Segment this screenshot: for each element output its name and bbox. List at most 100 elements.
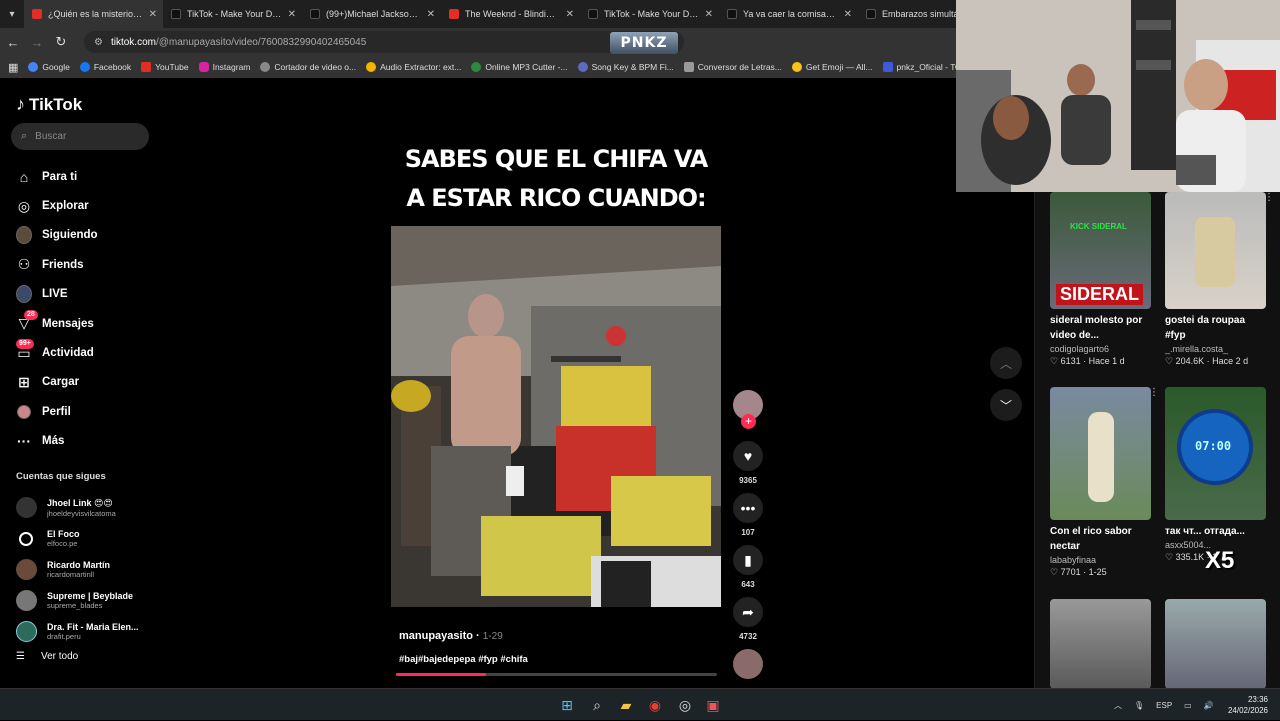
video-frame-image [391,226,721,607]
bookmark-mp3-cutter[interactable]: Online MP3 Cutter -... [471,62,568,72]
tiktok-note-icon: ♪ [16,94,25,114]
comment-button[interactable]: ••• 107 [733,493,763,537]
menu-item-perfil[interactable]: Perfil [16,397,98,426]
browser-tab-1[interactable]: ¿Quién es la misteriosa pa ✕ [24,0,163,28]
video-author[interactable]: manupayasito · 1-29 [399,630,503,642]
more-options-icon[interactable]: ⋮ [1264,192,1274,203]
bookmark-google[interactable]: Google [28,62,70,72]
browser-tab-2[interactable]: TikTok - Make Your Day ✕ [163,0,302,28]
youtube-icon [449,9,459,19]
browser-tab-6[interactable]: Ya va caer la comisaría 👿 ✕ [719,0,858,28]
browser-tab-4[interactable]: The Weeknd - Blinding Li ✕ [441,0,580,28]
author-avatar-button[interactable]: + [733,390,763,429]
following-item[interactable]: Jhoel Link 😍😍 jhoeldeyvisvilcatoma [16,492,139,523]
bookmark-pnkz[interactable]: pnkz_Oficial - Tw... [882,62,960,72]
following-item[interactable]: Ricardo Martín ricardomartinll [16,554,139,585]
app-icon[interactable]: ▣ [704,696,722,714]
menu-item-explorar[interactable]: ◎ Explorar [16,191,98,220]
follow-plus-icon[interactable]: + [741,414,756,429]
search-icon: ⌕ [21,130,28,142]
following-item[interactable]: Supreme | Beyblade supreme_blades [16,585,139,616]
url-field[interactable]: ⚙ tiktok.com/@manupayasito/video/7600832… [84,31,684,53]
video-player[interactable] [391,226,721,607]
menu-item-para-ti[interactable]: ⌂ Para ti [16,162,98,191]
bookmark-letter-converter[interactable]: Conversor de Letras... [683,62,782,72]
video-card[interactable]: gostei da roupaa #fyp _.mirella.costa_ ♡… [1165,192,1274,367]
menu-item-live[interactable]: LIVE [16,280,98,309]
following-item[interactable]: El Foco elfoco.pe [16,523,139,554]
language-indicator[interactable]: ESP [1156,701,1172,710]
account-name: Supreme | Beyblade [47,591,134,601]
browser-tab-5[interactable]: TikTok - Make Your Day ✕ [580,0,719,28]
bookmark-instagram[interactable]: Instagram [198,62,251,72]
next-video-button[interactable]: ﹀ [990,389,1022,421]
bookmark-label: Facebook [93,62,132,72]
menu-item-mas[interactable]: ··· Más [16,427,98,456]
video-card[interactable] [1165,599,1267,689]
like-button[interactable]: ♥ 9365 [733,441,763,485]
see-all-label: Ver todo [40,651,79,662]
back-arrow-icon[interactable]: ← [6,35,20,50]
share-button[interactable]: ➦ 4732 [733,597,763,641]
tiktok-logo[interactable]: ♪ TikTok [16,94,82,115]
menu-item-mensajes[interactable]: ▽ 28 Mensajes [16,309,98,338]
forward-arrow-icon[interactable]: → [30,35,44,50]
live-icon [16,285,32,304]
see-all-button[interactable]: ☰ Ver todo [16,651,78,662]
close-tab-icon[interactable]: ✕ [566,9,574,20]
account-handle: drafit.peru [47,632,81,641]
bookmark-label: Instagram [212,62,251,72]
apps-grid-icon[interactable]: ▦ [8,61,18,74]
menu-item-cargar[interactable]: ⊞ Cargar [16,368,98,397]
menu-item-siguiendo[interactable]: Siguiendo [16,221,98,250]
more-options-icon[interactable]: ⋮ [1149,387,1159,398]
search-input[interactable]: ⌕ Buscar [11,123,149,150]
video-progress-bar[interactable] [396,673,717,676]
windows-taskbar: ⊞ ⌕ ▰ ◉ ◎ ▣ ︿ 🎙 ESP ▭ 🔊 23:36 24/02/2026 [0,688,1280,720]
video-card[interactable]: Con el rico sabor nectar lababyfinaa ♡ 7… [1050,387,1159,578]
tab-search-button[interactable]: ▾ [0,0,24,28]
bookmark-video-cutter[interactable]: Cortador de video o... [260,62,356,72]
post-date: 1-29 [482,631,503,642]
bookmark-get-emoji[interactable]: Get Emoji — All... [791,62,873,72]
video-card[interactable]: KICK SIDERAL SIDERAL sideral molesto por… [1050,192,1152,367]
save-count: 643 [741,580,755,589]
chevron-up-icon[interactable]: ︿ [1114,700,1122,711]
menu-item-actividad[interactable]: ▭ 99+ Actividad [16,338,98,367]
bookmark-song-key[interactable]: Song Key & BPM Fi... [577,62,674,72]
speaker-icon[interactable]: 🔊 [1204,701,1214,710]
video-card[interactable] [1050,599,1152,689]
video-thumbnail: KICK SIDERAL SIDERAL [1050,192,1151,309]
previous-video-button[interactable]: ︿ [990,347,1022,379]
windows-start-icon[interactable]: ⊞ [558,696,576,714]
close-tab-icon[interactable]: ✕ [427,9,435,20]
network-icon[interactable]: ▭ [1184,701,1192,710]
more-icon: ··· [17,433,31,450]
following-list: Jhoel Link 😍😍 jhoeldeyvisvilcatoma El Foc… [16,492,139,647]
post-age: 1-25 [1088,567,1107,577]
chrome-icon[interactable]: ◉ [646,696,664,714]
sound-disc-button[interactable] [733,649,763,679]
menu-item-friends[interactable]: ⚇ Friends [16,250,98,279]
search-icon[interactable]: ⌕ [588,696,606,714]
reload-icon[interactable]: ↻ [54,34,68,50]
bookmark-youtube[interactable]: YouTube [141,62,189,72]
close-tab-icon[interactable]: ✕ [844,9,852,20]
bookmark-facebook[interactable]: Facebook [79,62,132,72]
close-tab-icon[interactable]: ✕ [705,9,713,20]
system-clock[interactable]: 23:36 24/02/2026 [1228,694,1268,716]
scissors-icon [260,62,271,72]
tab-title: The Weeknd - Blinding Li [465,9,560,19]
close-tab-icon[interactable]: ✕ [288,9,296,20]
bookmark-audio-extractor[interactable]: Audio Extractor: ext... [366,62,461,72]
video-hashtags[interactable]: #baj#bajedepepa #fyp #chifa [399,654,528,665]
obs-icon[interactable]: ◎ [676,696,694,714]
video-card[interactable]: 07:00 так чт... отгада... asxx5004... ♡ … [1165,387,1267,574]
browser-tab-3[interactable]: (99+)Michael Jackson de ✕ [302,0,441,28]
following-item[interactable]: Dra. Fit - Maria Elen... drafit.peru [16,616,139,647]
microphone-icon[interactable]: 🎙 [1134,701,1144,710]
close-tab-icon[interactable]: ✕ [149,9,157,20]
site-info-icon[interactable]: ⚙ [94,37,103,48]
save-button[interactable]: ▮ 643 [733,545,763,589]
file-explorer-icon[interactable]: ▰ [617,696,635,714]
